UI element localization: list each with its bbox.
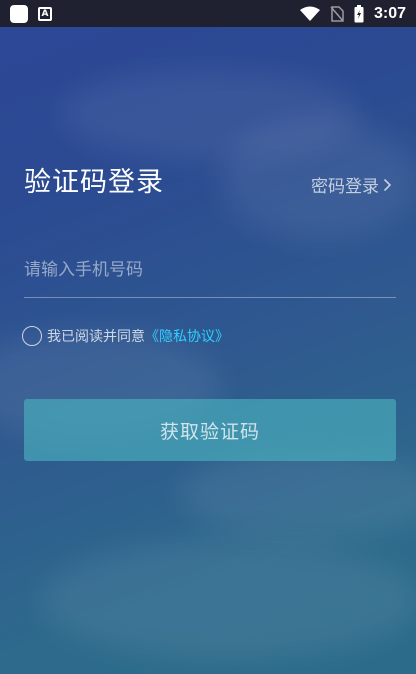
agreement-radio[interactable] bbox=[22, 326, 42, 346]
password-login-label: 密码登录 bbox=[311, 177, 379, 197]
status-bar: A 3:07 bbox=[0, 0, 416, 27]
clock: 3:07 bbox=[373, 4, 406, 22]
privacy-policy-link[interactable]: 《隐私协议》 bbox=[145, 326, 229, 346]
chevron-right-icon bbox=[383, 178, 392, 191]
wifi-icon bbox=[299, 6, 320, 21]
password-login-link[interactable]: 密码登录 bbox=[311, 172, 392, 197]
phone-input[interactable] bbox=[24, 250, 396, 290]
notification-a-icon: A bbox=[38, 6, 52, 21]
page-title: 验证码登录 bbox=[24, 167, 164, 198]
sim-off-icon bbox=[330, 5, 344, 22]
get-code-button[interactable]: 获取验证码 bbox=[24, 399, 396, 461]
app-square-icon bbox=[10, 4, 28, 23]
agreement-row: 我已阅读并同意 《隐私协议》 bbox=[22, 326, 229, 346]
battery-icon bbox=[354, 4, 364, 22]
agreement-text: 我已阅读并同意 bbox=[47, 329, 145, 345]
phone-field bbox=[24, 250, 396, 298]
